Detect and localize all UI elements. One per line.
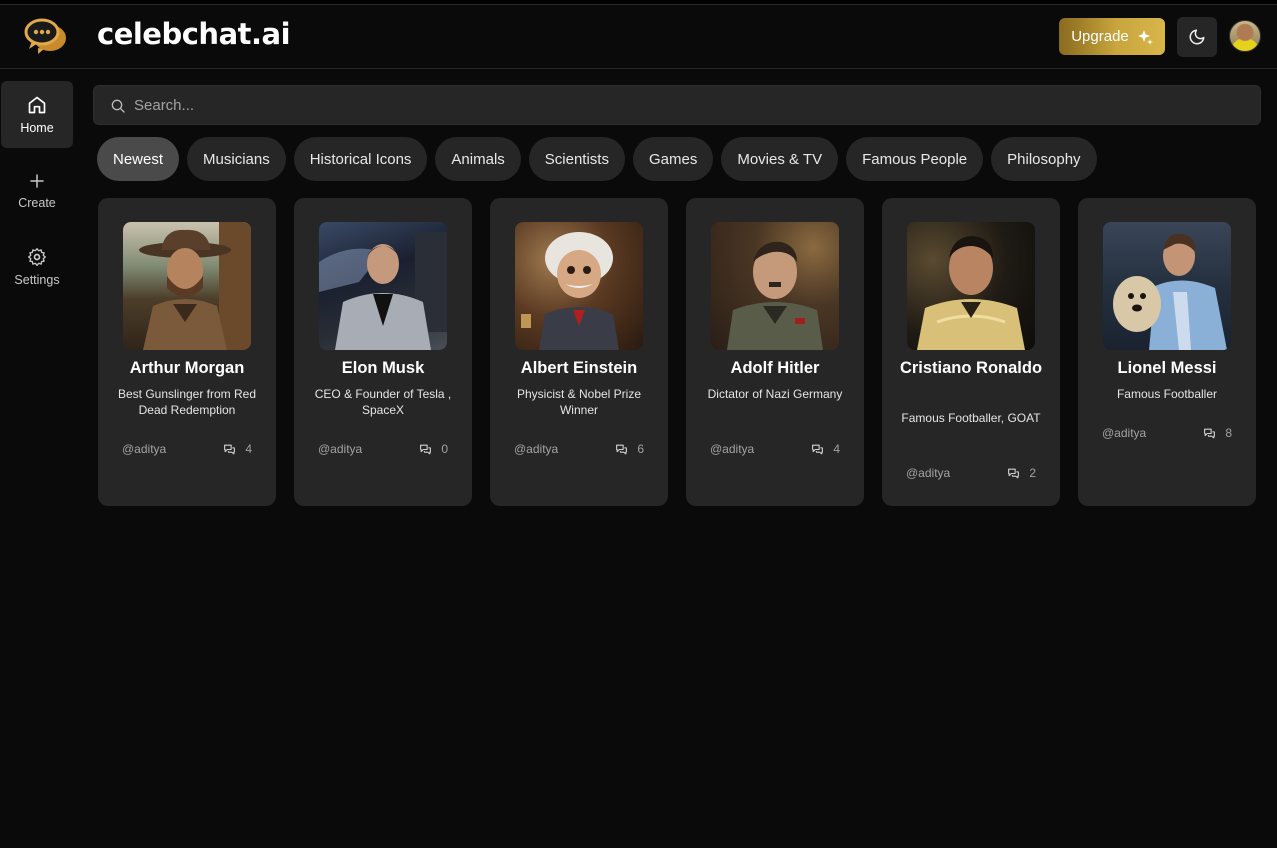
- sidebar-item-home[interactable]: Home: [1, 81, 73, 148]
- brand-title[interactable]: celebchat.ai: [97, 17, 291, 51]
- moon-icon: [1189, 29, 1205, 45]
- character-name: Lionel Messi: [1117, 359, 1217, 377]
- character-portrait: [711, 222, 839, 350]
- message-count: 4: [223, 442, 252, 456]
- character-description: Famous Footballer: [1116, 387, 1218, 401]
- sidebar-item-label: Create: [18, 195, 56, 210]
- author-handle: @aditya: [514, 442, 559, 456]
- message-count-value: 0: [441, 442, 448, 456]
- message-count: 4: [811, 442, 840, 456]
- character-card[interactable]: Cristiano Ronaldo Famous Footballer, GOA…: [882, 198, 1060, 506]
- author-handle: @aditya: [710, 442, 755, 456]
- author-handle: @aditya: [1102, 426, 1147, 440]
- character-card[interactable]: Lionel Messi Famous Footballer @aditya 8: [1078, 198, 1256, 506]
- chat-icon: [420, 444, 432, 454]
- card-footer: @aditya 2: [906, 466, 1036, 480]
- message-count-value: 4: [833, 442, 840, 456]
- character-card[interactable]: Elon Musk CEO & Founder of Tesla , Space…: [294, 198, 472, 506]
- character-name: Elon Musk: [341, 359, 425, 377]
- character-card[interactable]: Arthur Morgan Best Gunslinger from Red D…: [98, 198, 276, 506]
- message-count: 6: [615, 442, 644, 456]
- character-card[interactable]: Adolf Hitler Dictator of Nazi Germany @a…: [686, 198, 864, 506]
- author-handle: @aditya: [122, 442, 167, 456]
- message-count: 0: [419, 442, 448, 456]
- category-chip-musicians[interactable]: Musicians: [187, 137, 286, 181]
- character-portrait: [907, 222, 1035, 350]
- character-name: Adolf Hitler: [730, 359, 820, 377]
- category-chip-historical-icons[interactable]: Historical Icons: [293, 137, 428, 181]
- top-header: celebchat.ai Upgrade: [0, 5, 1277, 69]
- message-count-value: 2: [1029, 466, 1036, 480]
- chat-icon: [224, 444, 236, 454]
- character-card-grid: Arthur Morgan Best Gunslinger from Red D…: [98, 198, 1256, 506]
- card-footer: @aditya 0: [318, 442, 448, 456]
- category-chip-animals[interactable]: Animals: [435, 137, 521, 181]
- card-footer: @aditya 6: [514, 442, 644, 456]
- author-handle: @aditya: [906, 466, 951, 480]
- sidebar-item-create[interactable]: Create: [1, 157, 73, 224]
- character-description: Physicist & Nobel Prize Winner: [516, 387, 642, 417]
- character-name: Cristiano Ronaldo: [899, 359, 1043, 377]
- character-portrait: [319, 222, 447, 350]
- character-portrait: [123, 222, 251, 350]
- message-count: 8: [1203, 426, 1232, 440]
- sidebar: Home Create Settings: [0, 70, 80, 848]
- message-count-value: 8: [1225, 426, 1232, 440]
- character-description: Best Gunslinger from Red Dead Redemption: [117, 387, 257, 417]
- category-chip-famous-people[interactable]: Famous People: [846, 137, 984, 181]
- category-filter-bar: Newest Musicians Historical Icons Animal…: [97, 137, 1097, 181]
- sidebar-item-label: Settings: [14, 272, 60, 287]
- character-name: Arthur Morgan: [129, 359, 245, 377]
- home-icon: [28, 96, 46, 113]
- chat-icon: [812, 444, 824, 454]
- category-chip-newest[interactable]: Newest: [97, 137, 180, 181]
- character-description: Dictator of Nazi Germany: [707, 387, 843, 401]
- chat-icon: [1008, 468, 1020, 478]
- category-chip-games[interactable]: Games: [632, 137, 714, 181]
- sparkles-icon: [1137, 29, 1153, 45]
- card-footer: @aditya 8: [1102, 426, 1232, 440]
- category-chip-philosophy[interactable]: Philosophy: [991, 137, 1097, 181]
- search-input[interactable]: [134, 86, 1234, 124]
- character-description: Famous Footballer, GOAT: [901, 411, 1041, 425]
- chat-bubbles-logo-icon[interactable]: [24, 18, 68, 56]
- chat-icon: [616, 444, 628, 454]
- search-bar[interactable]: [93, 85, 1261, 125]
- gear-icon: [28, 247, 46, 266]
- user-avatar[interactable]: [1229, 20, 1261, 52]
- message-count-value: 6: [637, 442, 644, 456]
- character-portrait: [1103, 222, 1231, 350]
- chat-icon: [1204, 428, 1216, 438]
- message-count: 2: [1007, 466, 1036, 480]
- message-count-value: 4: [245, 442, 252, 456]
- plus-icon: [30, 173, 44, 188]
- sidebar-item-settings[interactable]: Settings: [1, 233, 73, 300]
- category-chip-movies-tv[interactable]: Movies & TV: [721, 137, 839, 181]
- character-description: CEO & Founder of Tesla , SpaceX: [314, 387, 452, 417]
- character-card[interactable]: Albert Einstein Physicist & Nobel Prize …: [490, 198, 668, 506]
- upgrade-button[interactable]: Upgrade: [1059, 18, 1165, 55]
- sidebar-item-label: Home: [20, 120, 54, 135]
- author-handle: @aditya: [318, 442, 363, 456]
- theme-toggle-button[interactable]: [1177, 17, 1217, 57]
- card-footer: @aditya 4: [122, 442, 252, 456]
- character-name: Albert Einstein: [520, 359, 638, 377]
- category-chip-scientists[interactable]: Scientists: [528, 137, 625, 181]
- search-icon: [111, 99, 125, 113]
- character-portrait: [515, 222, 643, 350]
- card-footer: @aditya 4: [710, 442, 840, 456]
- upgrade-label: Upgrade: [1071, 28, 1129, 45]
